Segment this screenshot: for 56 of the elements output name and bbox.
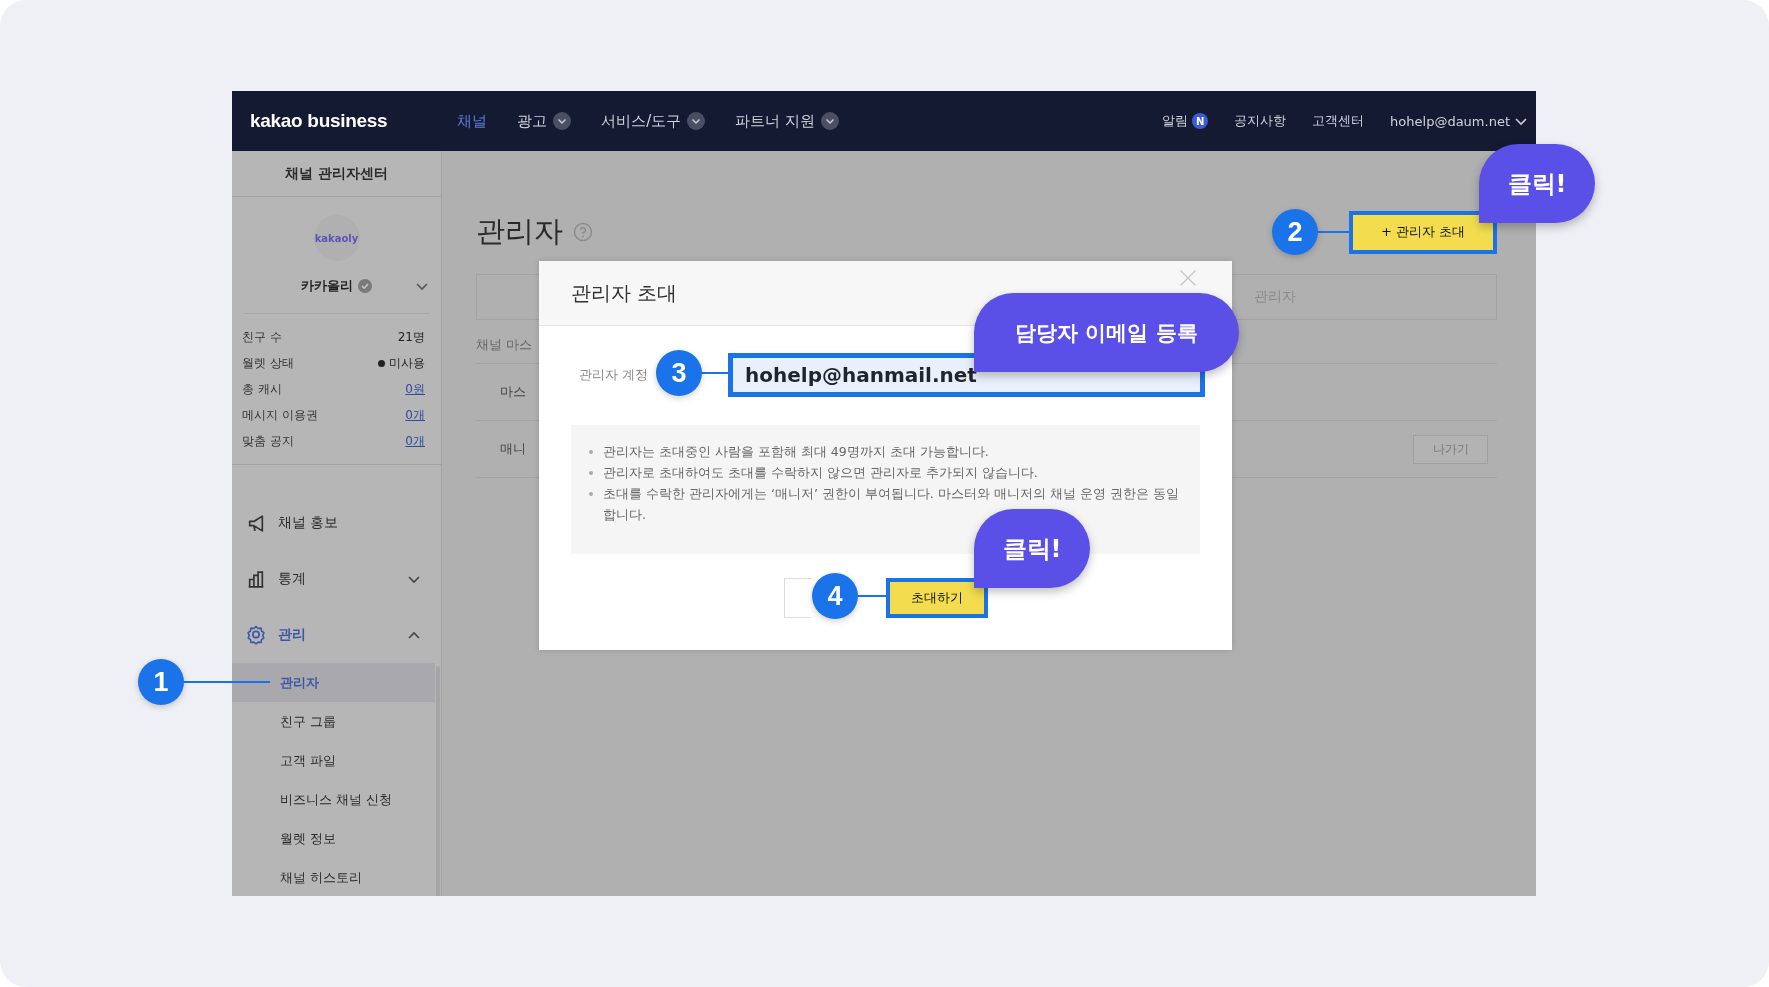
cancel-button[interactable]	[783, 578, 811, 618]
nav-menu-item[interactable]: 서비스/도구	[601, 111, 706, 131]
nav-menu-item[interactable]: 광고	[517, 111, 572, 131]
close-icon[interactable]	[1179, 269, 1197, 287]
stat-value: 미사용	[389, 354, 425, 372]
settings-icon	[246, 625, 266, 645]
note-text: 관리자는 초대중인 사람을 포함해 최대 49명까지 초대 가능합니다.	[603, 443, 989, 461]
nav-link[interactable]: 알림 N	[1162, 112, 1209, 130]
stat-label: 맞춤 공지	[242, 432, 294, 450]
leader-line	[858, 595, 888, 597]
leader-line	[702, 372, 730, 374]
stat-label: 총 캐시	[242, 380, 282, 398]
bar-chart-icon	[246, 569, 266, 589]
field-label: 관리자 계정	[579, 366, 649, 384]
stat-value-link[interactable]: 0개	[405, 432, 425, 450]
logo-text: kakao business	[250, 110, 388, 132]
bullet-icon	[589, 450, 593, 454]
megaphone-icon	[246, 513, 266, 533]
nav-menu-item[interactable]: 파트너 지원	[735, 111, 840, 131]
stat-value: 21명	[397, 328, 425, 346]
page-title: 관리자	[476, 213, 563, 250]
leader-line	[1318, 231, 1350, 233]
channel-logo: kakaoly	[313, 215, 360, 261]
role-label: 매니	[500, 440, 526, 458]
invite-admin-button[interactable]: + 관리자 초대	[1349, 210, 1497, 254]
bullet-icon	[589, 492, 593, 496]
callout-bubble: 클릭!	[1479, 144, 1595, 223]
dialog-title: 관리자 초대	[571, 279, 678, 307]
note-text: 관리자로 초대하여도 초대를 수락하지 않으면 관리자로 추가되지 않습니다.	[603, 464, 1038, 482]
sidebar-menu-item[interactable]: 채널 홍보	[232, 495, 441, 551]
role-label: 마스	[500, 383, 526, 401]
invite-button[interactable]: 초대하기	[885, 578, 988, 618]
step-number-marker: 1	[138, 659, 184, 705]
callout-bubble: 담당자 이메일 등록	[974, 293, 1239, 372]
notification-badge: N	[1192, 113, 1209, 129]
stat-label: 월렛 상태	[242, 354, 294, 372]
sidebar-title: 채널 관리자센터	[232, 151, 441, 197]
bullet-icon	[589, 471, 593, 475]
stat-label: 친구 수	[242, 328, 282, 346]
sidebar-menu-item[interactable]: 통계	[232, 551, 441, 607]
stat-value-link[interactable]: 0원	[405, 380, 425, 398]
channel-name: 카카올리	[301, 277, 353, 295]
sidebar-submenu-item[interactable]: 채널 히스토리	[232, 858, 435, 896]
nav-link[interactable]: 공지사항	[1234, 112, 1287, 130]
sidebar-submenu-item[interactable]: 고객 파일	[232, 741, 435, 780]
sidebar-submenu-item[interactable]: 친구 그룹	[232, 702, 435, 741]
nav-menu-item[interactable]: 채널	[457, 111, 488, 131]
stat-value-link[interactable]: 0개	[405, 406, 425, 424]
sidebar-submenu-item[interactable]: 월렛 정보	[232, 819, 435, 858]
stat-label: 메시지 이용권	[242, 406, 318, 424]
nav-link[interactable]: 고객센터	[1312, 112, 1365, 130]
help-icon	[573, 222, 593, 242]
status-dot-icon	[378, 359, 385, 367]
callout-bubble: 클릭!	[974, 509, 1090, 588]
nav-link[interactable]: hohelp@daum.net	[1390, 113, 1528, 129]
sidebar-submenu-item[interactable]: 비즈니스 채널 신청	[232, 780, 435, 819]
